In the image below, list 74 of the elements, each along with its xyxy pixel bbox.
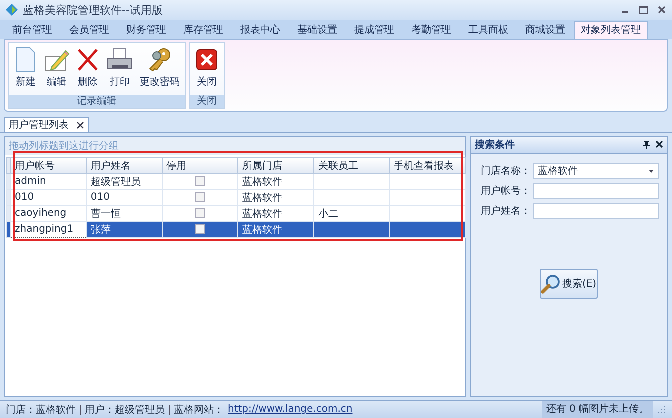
table-cell: 超级管理员 <box>90 176 141 188</box>
table-cell: 曹一恒 <box>90 208 121 220</box>
checkbox[interactable] <box>195 208 206 218</box>
input-field[interactable] <box>533 183 659 199</box>
upload-status: 还有 0 幅图片未上传。 <box>542 401 653 418</box>
column-header[interactable]: 停用 <box>162 158 238 174</box>
store-dropdown[interactable]: 蓝格软件 <box>533 163 659 179</box>
maximize-icon[interactable] <box>639 6 648 14</box>
search-button[interactable]: 搜索(E) <box>540 269 598 299</box>
menu-tab[interactable]: 对象列表管理 <box>574 21 648 39</box>
window-title: 蓝格美容院管理软件--试用版 <box>23 2 163 18</box>
menu-tab[interactable]: 工具面板 <box>460 22 517 39</box>
input-field[interactable] <box>533 203 659 219</box>
table-cell: 蓝格软件 <box>242 192 282 204</box>
menu-tab[interactable]: 考勤管理 <box>403 22 460 39</box>
field-label: 门店名称： <box>481 164 529 178</box>
table-cell: 蓝格软件 <box>242 176 282 188</box>
table-cell: 张萍 <box>90 224 111 236</box>
column-header[interactable]: 手机查看报表 <box>390 158 466 174</box>
status-text: 蓝格网站： <box>174 404 224 416</box>
group-label: 记录编辑 <box>9 95 185 108</box>
table-cell: caoyiheng <box>15 208 67 219</box>
table-row[interactable]: 010 010 蓝格软件 <box>6 190 466 206</box>
search-icon <box>541 274 562 294</box>
field-label: 用户姓名： <box>481 204 529 218</box>
table-cell: 010 <box>15 192 34 203</box>
row-indicator[interactable] <box>6 222 11 238</box>
menu-tab[interactable]: 库存管理 <box>175 22 232 39</box>
diamond-logo-icon <box>6 4 18 16</box>
status-text: 门店：蓝格软件 <box>6 404 76 416</box>
table-cell: 小二 <box>318 208 338 220</box>
document-icon <box>14 47 38 73</box>
menu-tab[interactable]: 提成管理 <box>346 22 403 39</box>
group-label: 关闭 <box>190 95 224 108</box>
checkbox[interactable] <box>195 176 206 186</box>
close-icon[interactable] <box>656 141 663 148</box>
menu-tab[interactable]: 基础设置 <box>289 22 346 39</box>
table-cell: admin <box>15 176 46 187</box>
table-cell: zhangping1 <box>15 224 74 235</box>
ribbon-button[interactable]: 删除 <box>73 45 103 95</box>
menu-tab[interactable]: 报表中心 <box>232 22 289 39</box>
keys-icon <box>147 47 173 73</box>
ribbon-button[interactable]: 新建 <box>11 45 41 95</box>
resize-grip-icon[interactable] <box>657 405 666 414</box>
close-icon <box>195 47 219 73</box>
dropdown-caret-icon <box>649 170 654 172</box>
column-header[interactable]: 用户姓名 <box>86 158 162 174</box>
table-cell: 蓝格软件 <box>242 208 282 220</box>
menu-tab[interactable]: 前台管理 <box>4 22 61 39</box>
status-text: 用户：超级管理员 <box>85 404 165 416</box>
document-tab[interactable]: 用户管理列表 <box>4 117 89 132</box>
close-icon[interactable] <box>658 6 666 14</box>
close-icon[interactable] <box>77 122 84 128</box>
ribbon-button[interactable]: 关闭 <box>192 45 222 95</box>
table-cell: 蓝格软件 <box>242 224 282 236</box>
menu-tab[interactable]: 财务管理 <box>118 22 175 39</box>
pin-icon[interactable] <box>643 141 650 149</box>
panel-title: 搜索条件 <box>475 138 515 152</box>
checkbox[interactable] <box>195 192 206 202</box>
ribbon-button[interactable]: 更改密码 <box>137 45 183 95</box>
ribbon-button[interactable]: 打印 <box>103 45 137 95</box>
column-header[interactable]: 所属门店 <box>238 158 314 174</box>
menu-tab[interactable]: 商城设置 <box>517 22 574 39</box>
cross-icon <box>76 47 100 73</box>
checkbox[interactable] <box>195 224 206 234</box>
ribbon-button[interactable]: 编辑 <box>41 45 73 95</box>
table-cell: 010 <box>90 192 110 203</box>
table-row[interactable]: admin 超级管理员 蓝格软件 <box>6 174 466 190</box>
column-header[interactable]: 关联员工 <box>314 158 390 174</box>
table-row[interactable]: zhangping1 张萍 蓝格软件 <box>6 222 466 238</box>
column-header[interactable]: 用户帐号 <box>10 158 86 174</box>
menu-tab[interactable]: 会员管理 <box>61 22 118 39</box>
website-link[interactable]: http://www.lange.com.cn <box>228 404 353 415</box>
field-label: 用户帐号： <box>481 184 529 198</box>
